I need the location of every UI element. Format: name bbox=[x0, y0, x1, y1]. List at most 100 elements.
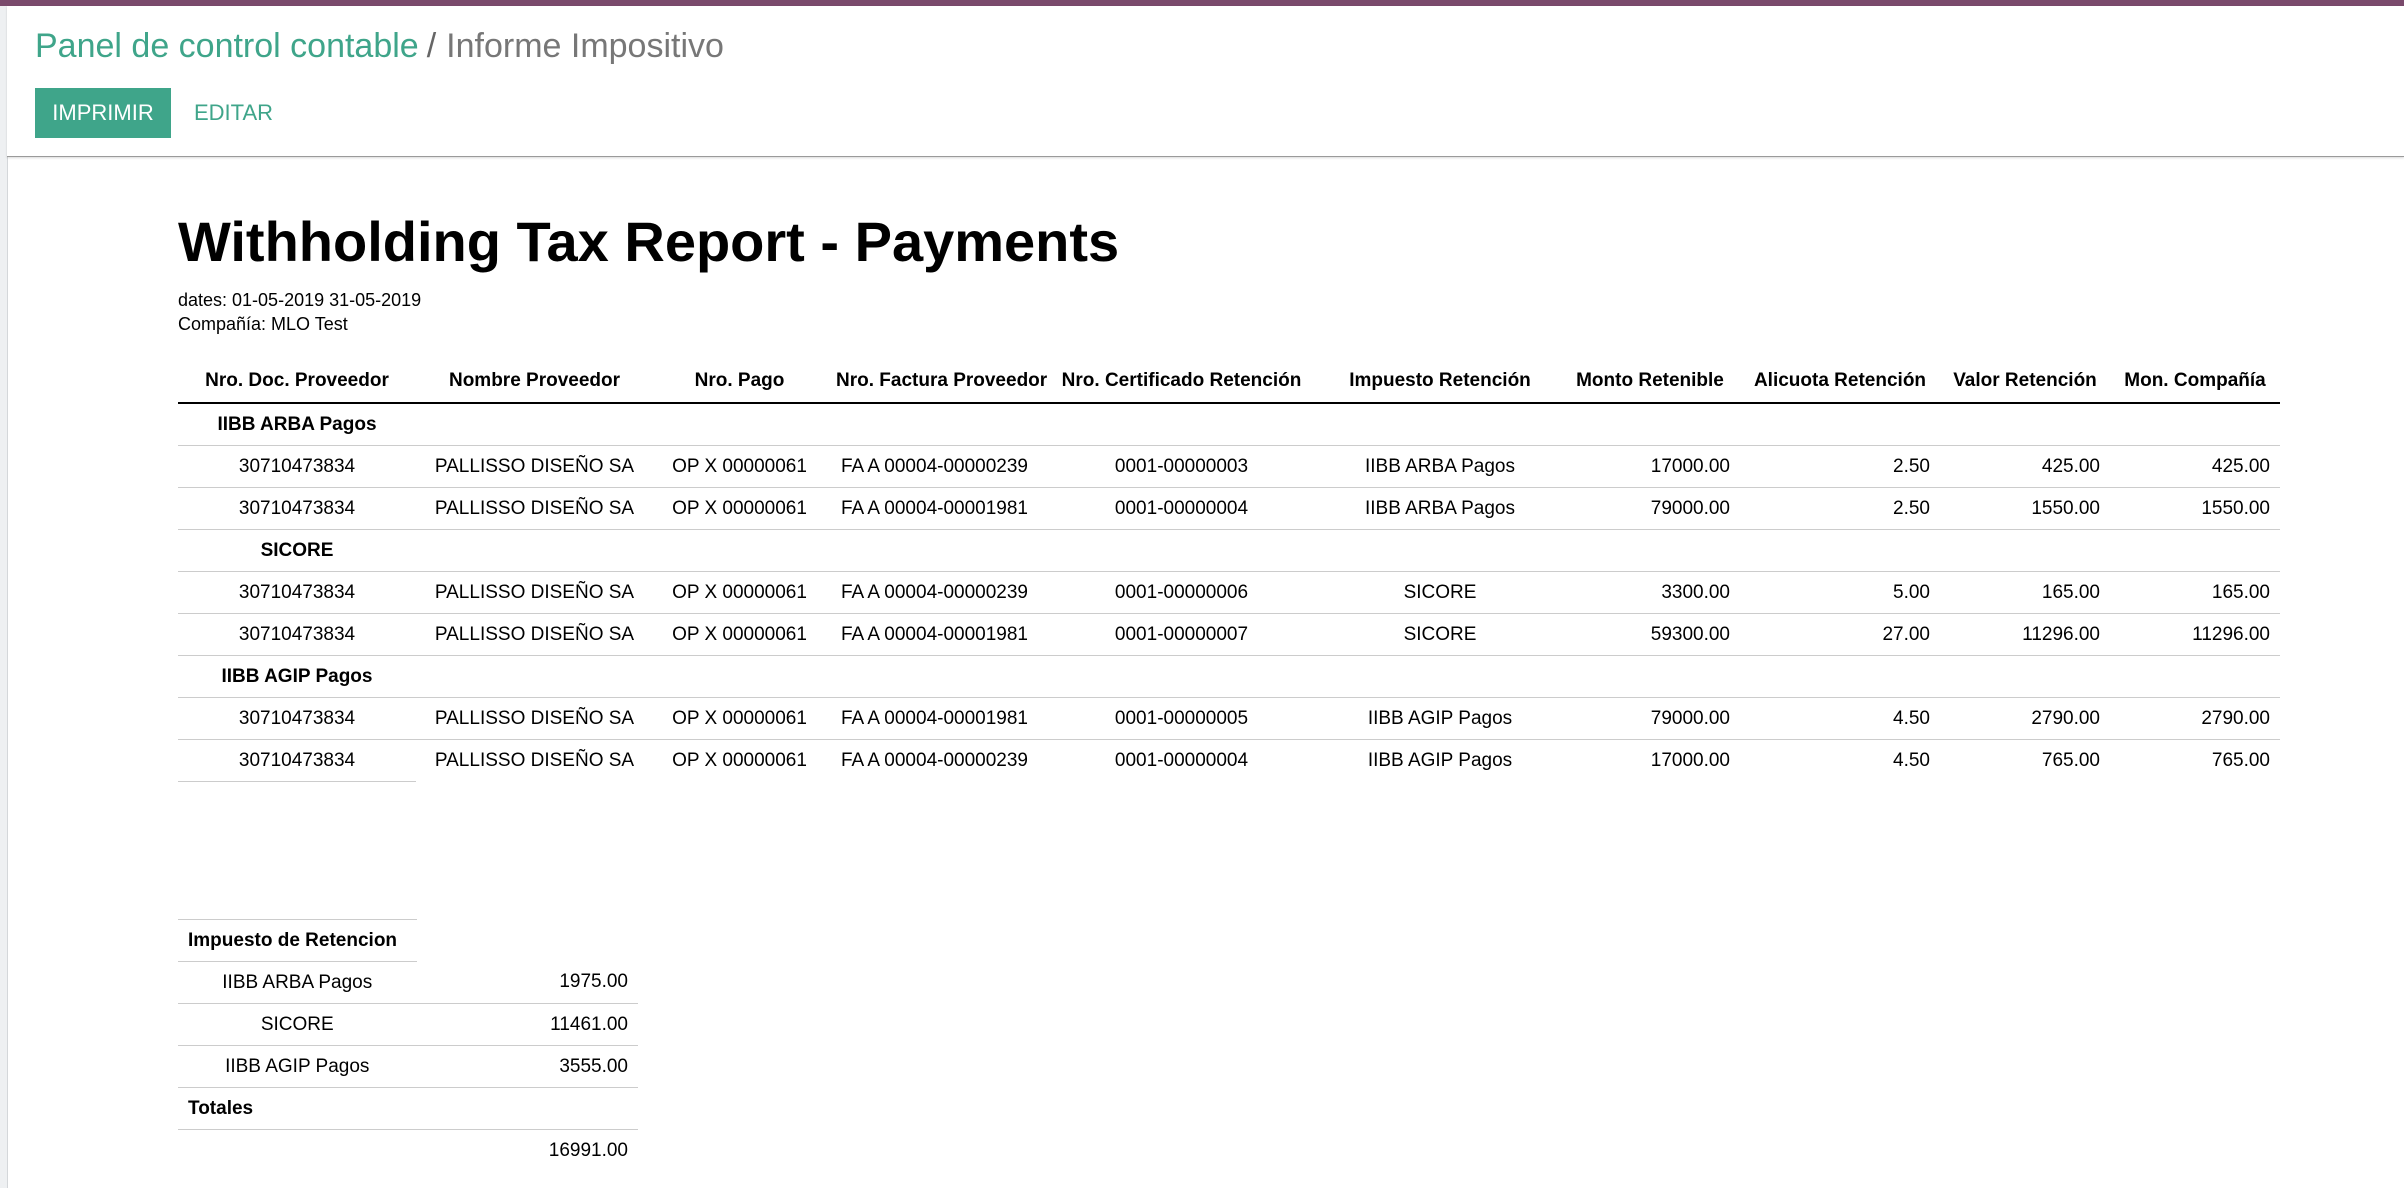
summary-row: IIBB ARBA Pagos 1975.00 bbox=[178, 961, 638, 1004]
table-cell: FA A 00004-00000239 bbox=[826, 571, 1043, 614]
table-cell: 1550.00 bbox=[2110, 487, 2280, 530]
table-cell: 0001-00000006 bbox=[1043, 571, 1320, 614]
table-cell: 0001-00000007 bbox=[1043, 613, 1320, 656]
table-cell: OP X 00000061 bbox=[672, 749, 807, 771]
summary-tax-name: IIBB AGIP Pagos bbox=[178, 1045, 417, 1088]
table-cell: PALLISSO DISEÑO SA bbox=[434, 749, 635, 771]
column-header: Nro. Pago bbox=[653, 360, 826, 404]
column-header: Monto Retenible bbox=[1560, 360, 1740, 404]
print-button[interactable]: IMPRIMIR bbox=[35, 88, 171, 138]
summary-tax-value: 11461.00 bbox=[416, 1003, 638, 1046]
table-cell: 30710473834 bbox=[178, 487, 416, 530]
table-row: 30710473834 PALLISSO DISEÑO SA OP X 0000… bbox=[178, 697, 2280, 740]
table-cell: 79000.00 bbox=[1560, 697, 1740, 740]
table-cell: 165.00 bbox=[2110, 571, 2280, 614]
summary-header-row: Impuesto de Retencion bbox=[178, 919, 638, 962]
summary-total-value: 16991.00 bbox=[548, 1139, 628, 1161]
table-cell: FA A 00004-00001981 bbox=[826, 613, 1043, 656]
table-cell: FA A 00004-00001981 bbox=[826, 487, 1043, 530]
breadcrumb-current: Informe Impositivo bbox=[446, 27, 724, 65]
edit-button[interactable]: EDITAR bbox=[190, 88, 277, 138]
table-cell: 30710473834 bbox=[178, 697, 416, 740]
control-panel: Panel de control contable / Informe Imposi… bbox=[7, 6, 2404, 157]
table-cell: PALLISSO DISEÑO SA bbox=[416, 697, 653, 740]
table-cell: 765.00 bbox=[2041, 749, 2100, 771]
column-header: Alicuota Retención bbox=[1740, 360, 1940, 404]
column-header: Valor Retención bbox=[1940, 360, 2110, 404]
summary-row: IIBB AGIP Pagos 3555.00 bbox=[178, 1045, 638, 1088]
withholding-table: Nro. Doc. Proveedor Nombre Proveedor Nro… bbox=[178, 360, 2280, 782]
table-cell: 27.00 bbox=[1740, 613, 1940, 656]
table-cell: OP X 00000061 bbox=[653, 487, 826, 530]
summary-header: Impuesto de Retencion bbox=[178, 919, 417, 962]
table-row: 30710473834 PALLISSO DISEÑO SA OP X 0000… bbox=[178, 487, 2280, 530]
group-row: IIBB ARBA Pagos bbox=[178, 403, 2280, 446]
summary-table: Impuesto de Retencion IIBB ARBA Pagos 19… bbox=[178, 919, 638, 1171]
summary-tax-name: SICORE bbox=[178, 1003, 417, 1046]
table-cell: IIBB AGIP Pagos bbox=[1367, 749, 1513, 771]
table-cell: 425.00 bbox=[2110, 445, 2280, 488]
table-cell: FA A 00004-00000239 bbox=[826, 445, 1043, 488]
table-cell: 30710473834 bbox=[178, 445, 416, 488]
report-company: Compañía: MLO Test bbox=[178, 314, 348, 334]
table-cell: 30710473834 bbox=[178, 571, 416, 614]
table-cell: 30710473834 bbox=[178, 739, 416, 782]
column-header: Mon. Compañía bbox=[2110, 360, 2280, 404]
report-dates: dates: 01-05-2019 31-05-2019 bbox=[178, 290, 422, 310]
table-cell: 3300.00 bbox=[1560, 571, 1740, 614]
table-cell: 2.50 bbox=[1740, 487, 1940, 530]
breadcrumb-parent-link[interactable]: Panel de control contable bbox=[35, 27, 419, 65]
table-cell: IIBB ARBA Pagos bbox=[1320, 445, 1560, 488]
table-cell: 30710473834 bbox=[178, 613, 416, 656]
table-row: 30710473834 PALLISSO DISEÑO SA OP X 0000… bbox=[178, 571, 2280, 614]
table-cell: 0001-00000005 bbox=[1043, 697, 1320, 740]
table-cell: 425.00 bbox=[1940, 445, 2110, 488]
column-header: Nro. Doc. Proveedor bbox=[178, 360, 416, 404]
table-cell: 4.50 bbox=[1740, 697, 1940, 740]
table-cell: 2790.00 bbox=[2110, 697, 2280, 740]
column-header: Nro. Certificado Retención bbox=[1043, 360, 1320, 404]
table-cell: 1550.00 bbox=[1940, 487, 2110, 530]
breadcrumb: Panel de control contable / Informe Imposi… bbox=[35, 26, 724, 66]
summary-tax-value: 3555.00 bbox=[416, 1045, 638, 1088]
table-cell: IIBB AGIP Pagos bbox=[1320, 697, 1560, 740]
table-cell: OP X 00000061 bbox=[653, 613, 826, 656]
column-header: Impuesto Retención bbox=[1320, 360, 1560, 404]
table-cell: 11296.00 bbox=[2110, 613, 2280, 656]
breadcrumb-separator: / bbox=[426, 27, 437, 65]
table-row: 30710473834 PALLISSO DISEÑO SA OP X 0000… bbox=[178, 445, 2280, 488]
table-cell: 17000.00 bbox=[1650, 749, 1730, 771]
table-cell: 0001-00000003 bbox=[1043, 445, 1320, 488]
table-header-row: Nro. Doc. Proveedor Nombre Proveedor Nro… bbox=[178, 360, 2280, 404]
table-cell: 11296.00 bbox=[1940, 613, 2110, 656]
table-cell: 79000.00 bbox=[1560, 487, 1740, 530]
group-row: IIBB AGIP Pagos bbox=[178, 655, 2280, 698]
table-cell: 2790.00 bbox=[1940, 697, 2110, 740]
table-cell: 59300.00 bbox=[1560, 613, 1740, 656]
summary-tax-name: IIBB ARBA Pagos bbox=[178, 961, 417, 1004]
column-header: Nombre Proveedor bbox=[416, 360, 653, 404]
left-sidebar-edge bbox=[0, 6, 8, 1188]
summary-total-label-row: Totales bbox=[178, 1087, 638, 1130]
table-cell: 0001-00000004 bbox=[1114, 749, 1249, 771]
group-name: IIBB AGIP Pagos bbox=[178, 655, 416, 698]
summary-tax-value: 1975.00 bbox=[416, 961, 638, 1004]
table-row: 30710473834 PALLISSO DISEÑO SA OP X 0000… bbox=[178, 739, 2280, 782]
table-cell: IIBB ARBA Pagos bbox=[1320, 487, 1560, 530]
column-header: Nro. Factura Proveedor bbox=[826, 360, 1047, 404]
summary-total-value-row: 16991.00 bbox=[178, 1130, 638, 1172]
table-cell: 17000.00 bbox=[1560, 445, 1740, 488]
table-cell: FA A 00004-00001981 bbox=[826, 697, 1043, 740]
group-name: IIBB ARBA Pagos bbox=[178, 403, 416, 446]
table-cell: PALLISSO DISEÑO SA bbox=[416, 445, 653, 488]
table-cell: PALLISSO DISEÑO SA bbox=[416, 487, 653, 530]
report-header: Withholding Tax Report - Payments dates:… bbox=[178, 210, 2233, 336]
summary-total-label: Totales bbox=[178, 1087, 417, 1130]
table-cell: PALLISSO DISEÑO SA bbox=[416, 571, 653, 614]
table-cell: 765.00 bbox=[2211, 749, 2270, 771]
table-cell: OP X 00000061 bbox=[653, 445, 826, 488]
table-cell: 2.50 bbox=[1740, 445, 1940, 488]
table-cell: 165.00 bbox=[1940, 571, 2110, 614]
report-title: Withholding Tax Report - Payments bbox=[178, 210, 1120, 273]
summary-row: SICORE 11461.00 bbox=[178, 1003, 638, 1046]
